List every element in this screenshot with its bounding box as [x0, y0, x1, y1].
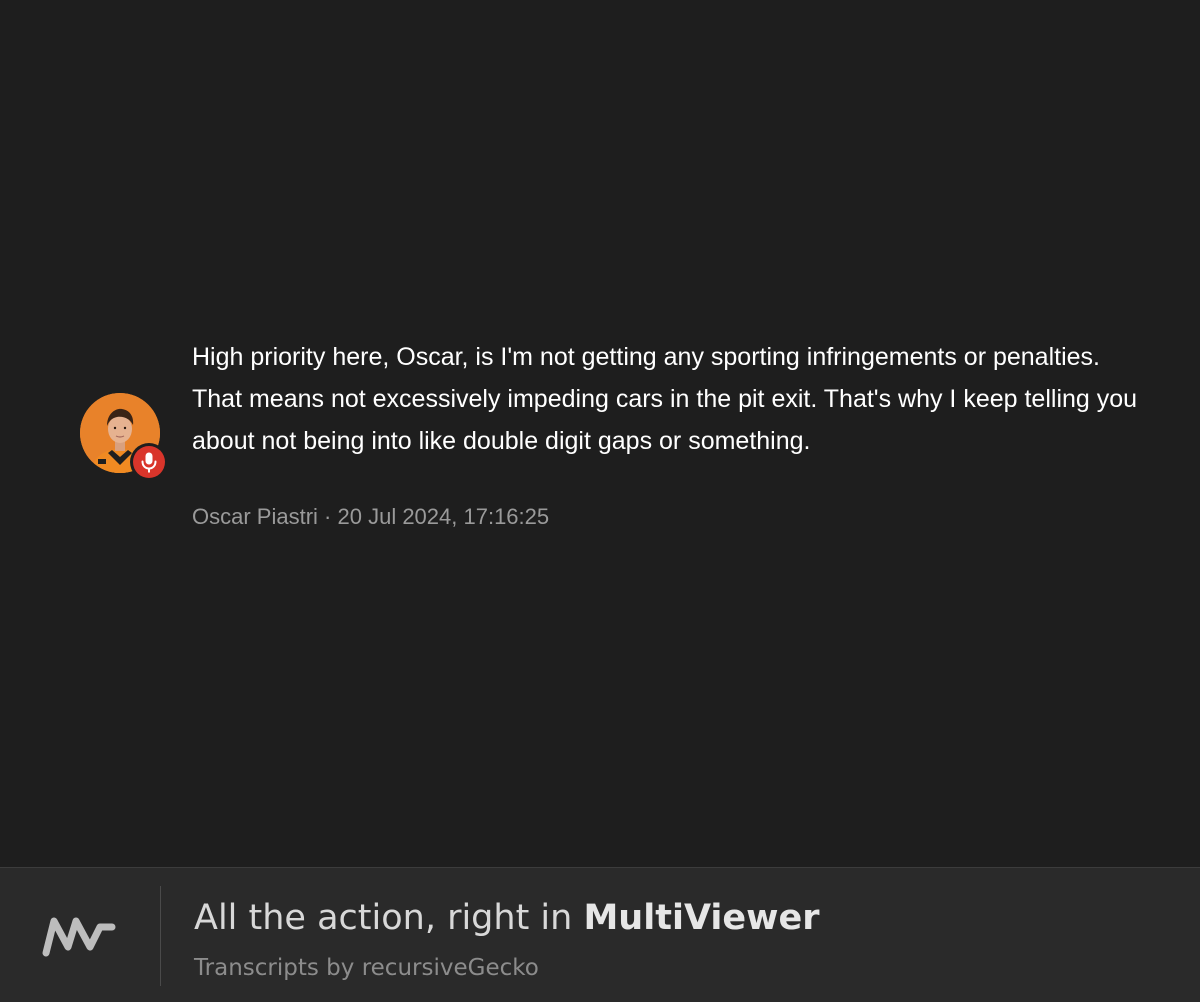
radio-message: High priority here, Oscar, is I'm not ge… [0, 330, 1200, 540]
message-timestamp: 20 Jul 2024, 17:16:25 [337, 504, 550, 529]
transcript-card: High priority here, Oscar, is I'm not ge… [0, 0, 1200, 1002]
meta-separator: · [324, 504, 332, 529]
tagline-brand: MultiViewer [583, 898, 820, 938]
microphone-icon [133, 446, 165, 478]
avatar-group [80, 393, 170, 483]
footer-divider [160, 886, 161, 986]
author-name: Oscar Piastri [192, 504, 318, 529]
message-meta: Oscar Piastri · 20 Jul 2024, 17:16:25 [192, 502, 549, 532]
tagline-prefix: All the action, right in [194, 898, 584, 938]
footer-credit: Transcripts by recursiveGecko [194, 955, 539, 981]
multiviewer-logo-icon [40, 913, 120, 959]
footer-tagline: All the action, right in MultiViewer [194, 896, 819, 940]
mic-badge [130, 443, 168, 481]
footer-banner: All the action, right in MultiViewer Tra… [0, 867, 1200, 1002]
message-text: High priority here, Oscar, is I'm not ge… [192, 343, 1138, 455]
